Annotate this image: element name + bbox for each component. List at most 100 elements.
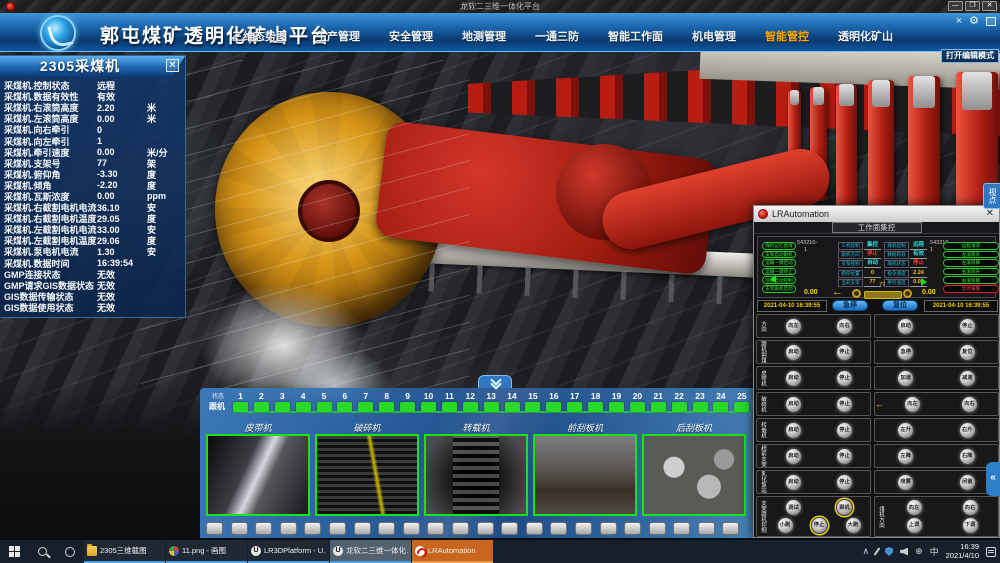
tools-close-icon[interactable]: × <box>956 15 962 27</box>
control-button[interactable]: 停止 <box>811 517 828 534</box>
start-button[interactable] <box>0 540 28 563</box>
cortana-button[interactable] <box>56 540 84 563</box>
control-button[interactable]: 停止 <box>836 370 853 387</box>
camera-video-thumbnail[interactable] <box>533 434 637 516</box>
control-button[interactable]: 启动 <box>785 474 802 491</box>
control-button[interactable]: 复位 <box>959 344 976 361</box>
nav-item[interactable]: 安全管理 <box>389 28 433 44</box>
control-button[interactable]: 大跑 <box>845 517 862 534</box>
support-cell[interactable]: 25 <box>731 391 752 412</box>
camera-feed[interactable]: 前刮板机 <box>533 421 637 516</box>
nav-item[interactable]: 三维态势图 <box>232 28 287 44</box>
status-cell[interactable] <box>649 522 666 535</box>
maximize-button[interactable]: ❐ <box>965 1 980 11</box>
status-cell[interactable] <box>698 522 715 535</box>
control-button[interactable]: 左降 <box>897 448 914 465</box>
support-cell[interactable]: 16 <box>543 391 564 412</box>
support-cell[interactable]: 3 <box>272 391 293 412</box>
tray-expand-icon[interactable]: ∧ <box>862 546 869 557</box>
nav-item[interactable]: 地测管理 <box>462 28 506 44</box>
support-cell[interactable]: 14 <box>502 391 523 412</box>
support-cell[interactable]: 7 <box>355 391 376 412</box>
auto-mode-button[interactable]: 煤机记忆割煤 <box>762 242 796 250</box>
auto-mode-button[interactable]: 运输一键启动 <box>762 259 796 267</box>
taskbar-task[interactable]: 2305三维截图 <box>84 540 165 563</box>
taskbar-task[interactable]: 龙软二三维一体化... <box>330 540 411 563</box>
estop-pill-button[interactable]: 急停 <box>832 300 868 311</box>
control-button[interactable]: 跟机 <box>836 499 853 516</box>
minimize-button[interactable]: — <box>948 1 963 11</box>
control-button[interactable]: 停止 <box>836 422 853 439</box>
support-cell[interactable]: 22 <box>669 391 690 412</box>
nav-item[interactable]: 生产管理 <box>316 28 360 44</box>
support-cell[interactable]: 24 <box>710 391 731 412</box>
status-cell[interactable] <box>722 522 739 535</box>
nav-item[interactable]: 智能工作面 <box>608 28 663 44</box>
control-button[interactable]: 启动 <box>785 396 802 413</box>
support-cell[interactable]: 13 <box>481 391 502 412</box>
status-cell[interactable] <box>280 522 297 535</box>
status-cell[interactable] <box>255 522 272 535</box>
reset-pill-button[interactable]: 复位 <box>882 300 918 311</box>
nav-item[interactable]: 透明化矿山 <box>838 28 893 44</box>
status-cell[interactable] <box>526 522 543 535</box>
status-cell[interactable] <box>673 522 690 535</box>
control-button[interactable]: 右升 <box>959 422 976 439</box>
support-cell[interactable]: 17 <box>564 391 585 412</box>
status-cell[interactable] <box>403 522 420 535</box>
support-cell[interactable]: 5 <box>314 391 335 412</box>
status-cell[interactable] <box>477 522 494 535</box>
control-button[interactable]: 启动 <box>897 318 914 335</box>
control-button[interactable]: 右降 <box>959 448 976 465</box>
status-cell[interactable] <box>378 522 395 535</box>
status-cell[interactable] <box>329 522 346 535</box>
support-cell[interactable]: 19 <box>606 391 627 412</box>
control-button[interactable]: 停止 <box>836 396 853 413</box>
camera-video-thumbnail[interactable] <box>642 434 746 516</box>
pen-icon[interactable] <box>874 547 881 556</box>
nav-item[interactable]: 智能管控 <box>765 28 809 44</box>
control-button[interactable]: 小跑 <box>777 517 794 534</box>
control-button[interactable]: 调试 <box>785 499 802 516</box>
status-cell[interactable] <box>427 522 444 535</box>
control-button[interactable]: 急停 <box>897 344 914 361</box>
control-button[interactable]: 向右 <box>962 499 979 516</box>
support-cell[interactable]: 1 <box>230 391 251 412</box>
camera-video-thumbnail[interactable] <box>424 434 528 516</box>
support-cell[interactable]: 23 <box>690 391 711 412</box>
taskbar-task[interactable]: 11.png - 画图 <box>166 540 247 563</box>
collapse-down-tab[interactable] <box>478 375 512 388</box>
drum-control-button[interactable]: 左滚筒降 <box>943 259 999 267</box>
control-button[interactable]: 向左 <box>785 318 802 335</box>
status-cell[interactable] <box>501 522 518 535</box>
camera-feed[interactable]: 皮带机 <box>206 421 310 516</box>
support-cell[interactable]: 20 <box>627 391 648 412</box>
status-cell[interactable] <box>600 522 617 535</box>
status-cell[interactable] <box>575 522 592 535</box>
camera-feed[interactable]: 后刮板机 <box>642 421 746 516</box>
status-cell[interactable] <box>206 522 223 535</box>
control-button[interactable]: 停止 <box>836 474 853 491</box>
viewpoint-tab[interactable]: 视点 <box>983 183 1000 209</box>
fullscreen-icon[interactable] <box>986 17 996 26</box>
control-button[interactable]: 左升 <box>897 422 914 439</box>
lr-close-icon[interactable]: ✕ <box>986 208 994 220</box>
status-cell[interactable] <box>231 522 248 535</box>
status-cell[interactable] <box>452 522 469 535</box>
support-cell[interactable]: 2 <box>251 391 272 412</box>
control-button[interactable]: 启动 <box>785 344 802 361</box>
panel-close-icon[interactable]: ✕ <box>166 59 179 72</box>
camera-video-thumbnail[interactable] <box>315 434 419 516</box>
control-button[interactable]: 向右 <box>961 396 978 413</box>
control-button[interactable]: 停止 <box>836 448 853 465</box>
status-cell[interactable] <box>550 522 567 535</box>
drum-control-button[interactable]: 右滚筒升 <box>943 268 999 276</box>
support-cell[interactable]: 6 <box>334 391 355 412</box>
speaker-icon[interactable] <box>900 548 908 556</box>
auto-mode-button[interactable]: 运输一键停止 <box>762 268 796 276</box>
control-button[interactable]: 启动 <box>785 422 802 439</box>
support-cell[interactable]: 18 <box>585 391 606 412</box>
taskbar-task[interactable]: LRAutomation <box>412 540 493 563</box>
control-button[interactable]: 启动 <box>785 370 802 387</box>
camera-video-thumbnail[interactable] <box>206 434 310 516</box>
